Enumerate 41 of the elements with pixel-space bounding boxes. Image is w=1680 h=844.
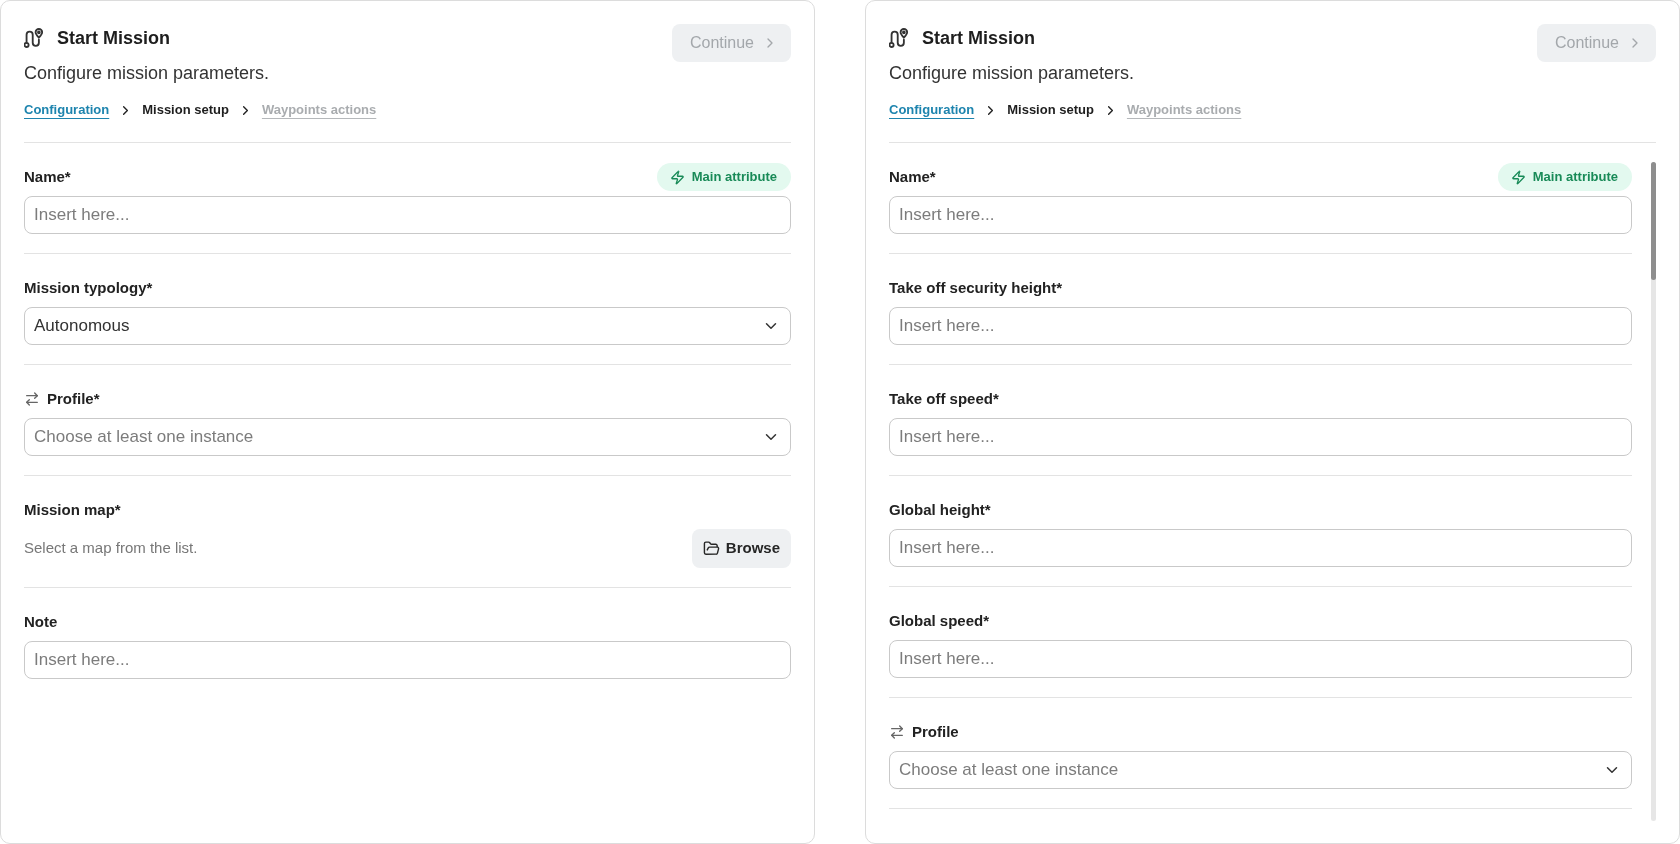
panel-subtitle: Configure mission parameters. xyxy=(24,62,271,85)
route-pin-icon xyxy=(889,28,909,48)
breadcrumb-link[interactable]: Configuration xyxy=(24,100,110,120)
text-input[interactable]: Insert here... xyxy=(889,307,1632,345)
select-field[interactable]: Choose at least one instance xyxy=(889,751,1632,789)
panel-subtitle: Configure mission parameters. xyxy=(889,62,1136,85)
scrollbar-thumb[interactable] xyxy=(1651,162,1656,280)
field-label: Global speed* xyxy=(889,610,990,631)
field-label: Profile xyxy=(912,721,959,742)
swap-arrows-icon xyxy=(889,724,905,740)
select-field[interactable]: Autonomous xyxy=(24,307,791,345)
field-label: Mission typology* xyxy=(24,277,153,298)
field-hint: Select a map from the list. xyxy=(24,538,198,559)
badge-label: Main attribute xyxy=(1532,168,1618,187)
text-input[interactable]: Insert here... xyxy=(889,196,1632,234)
browse-button[interactable]: Browse xyxy=(691,529,791,568)
field-label: Name* xyxy=(24,166,71,187)
route-pin-icon xyxy=(24,28,44,48)
swap-arrows-icon xyxy=(24,391,40,407)
breadcrumb-link[interactable]: Configuration xyxy=(889,100,975,120)
field-label: Take off speed* xyxy=(889,388,999,409)
text-input[interactable]: Insert here... xyxy=(24,196,791,234)
breadcrumb-link[interactable]: Mission setup xyxy=(142,100,229,120)
field-label: Global height* xyxy=(889,499,991,520)
folder-icon xyxy=(702,540,720,557)
field-label: Profile* xyxy=(47,388,100,409)
field-label: Mission map* xyxy=(24,499,121,520)
select-field[interactable]: Choose at least one instance xyxy=(24,418,791,456)
panel-title: Start Mission xyxy=(57,26,171,50)
text-input[interactable]: Insert here... xyxy=(24,641,791,679)
field-label: Take off security height* xyxy=(889,277,1063,298)
badge-label: Main attribute xyxy=(691,168,777,187)
lightning-icon xyxy=(1510,169,1526,185)
field-label: Name* xyxy=(889,166,936,187)
text-input[interactable]: Insert here... xyxy=(889,529,1632,567)
lightning-icon xyxy=(669,169,685,185)
panel-title: Start Mission xyxy=(922,26,1036,50)
text-input[interactable]: Insert here... xyxy=(889,640,1632,678)
breadcrumb-link[interactable]: Mission setup xyxy=(1007,100,1094,120)
field-label: Note xyxy=(24,611,58,632)
text-input[interactable]: Insert here... xyxy=(889,418,1632,456)
